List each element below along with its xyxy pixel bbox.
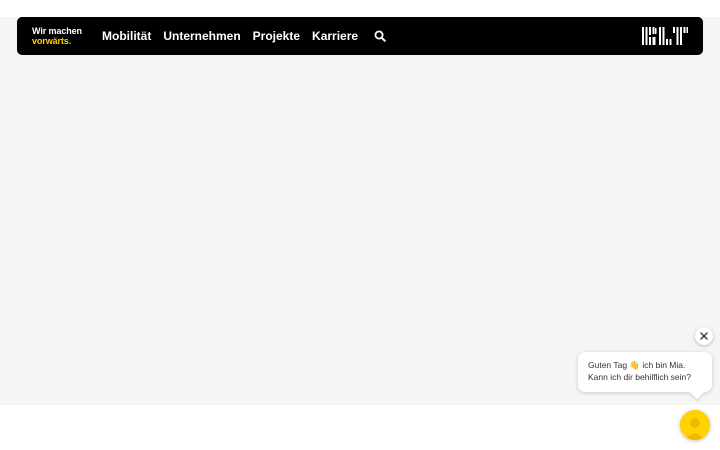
slogan-line2: vorwärts. (32, 36, 72, 46)
nav-item-projekte[interactable]: Projekte (253, 29, 300, 43)
chat-close-button[interactable] (695, 327, 713, 345)
home-link-slogan[interactable]: Wir machen vorwärts. (32, 26, 82, 46)
blt-logo-icon (642, 27, 688, 45)
close-icon (700, 332, 708, 340)
nav-item-unternehmen[interactable]: Unternehmen (163, 29, 240, 43)
nav-item-mobilitaet[interactable]: Mobilität (102, 29, 151, 43)
chat-greeting-bubble[interactable]: Guten Tag 👋 ich bin Mia. Kann ich dir be… (578, 352, 712, 392)
chat-launcher-button[interactable] (680, 410, 710, 440)
chat-avatar-icon (680, 410, 710, 440)
nav-item-karriere[interactable]: Karriere (312, 29, 358, 43)
main-navbar: Wir machen vorwärts. Mobilität Unternehm… (17, 17, 703, 55)
blt-logo[interactable] (642, 27, 688, 45)
page-content-area (0, 0, 720, 405)
chat-greeting-text: Guten Tag 👋 ich bin Mia. Kann ich dir be… (588, 360, 692, 382)
top-strip (0, 0, 720, 17)
slogan-line1: Wir machen (32, 26, 82, 36)
primary-nav: Mobilität Unternehmen Projekte Karriere (102, 17, 386, 55)
search-icon[interactable] (374, 30, 386, 42)
